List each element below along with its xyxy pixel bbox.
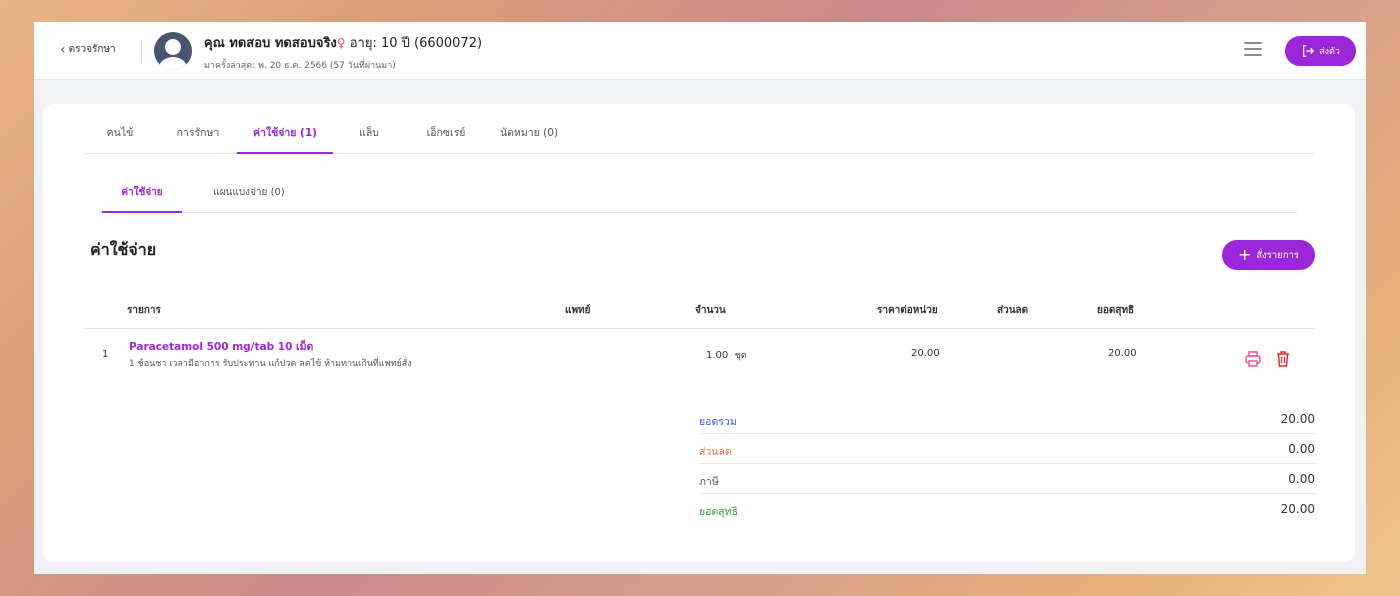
unit-price-value: 20.00 (911, 348, 940, 359)
plus-icon: + (1237, 245, 1252, 264)
net-value: 20.00 (1108, 348, 1137, 359)
col-discount: ส่วนลด (997, 305, 1029, 316)
checkout-label: ส่งตัว (1319, 47, 1340, 57)
main-tabs: คนไข้ การรักษา ค่าใช้จ่าย (1) แล็บ เอ็กซ… (84, 124, 1314, 154)
drug-instruction: 1 ช้อนชา เวลามีอาการ รับประทาน แก้ปวด ลด… (129, 359, 412, 369)
table-header: รายการ แพทย์ จำนวน ราคาต่อหน่วย ส่วนลด ย… (84, 298, 1315, 329)
patient-name: คุณ ทดสอบ ทดสอบจริง (204, 36, 337, 51)
back-label: ตรวจรักษา (68, 44, 116, 55)
net-label: ยอดสุทธิ (699, 506, 739, 518)
total-label: ยอดรวม (699, 416, 737, 428)
content-card: คนไข้ การรักษา ค่าใช้จ่าย (1) แล็บ เอ็กซ… (43, 104, 1355, 562)
section-title: ค่าใช้จ่าย (90, 240, 157, 259)
net-total-value: 20.00 (1280, 502, 1315, 516)
sub-tabs: ค่าใช้จ่าย แผนแบ่งจ่าย (0) (102, 184, 1297, 213)
table-row: 1 Paracetamol 500 mg/tab 10 เม็ด 1 ช้อนช… (84, 330, 1315, 374)
summary-panel: ยอดรวม 20.00 ส่วนลด 0.00 ภาษี 0.00 ยอดสุ… (699, 404, 1315, 524)
total-value: 20.00 (1280, 412, 1315, 426)
col-unit-price: ราคาต่อหน่วย (877, 305, 938, 316)
col-doctor: แพทย์ (565, 305, 591, 316)
add-order-button[interactable]: + สั่งรายการ (1222, 240, 1315, 270)
tab-expenses[interactable]: ค่าใช้จ่าย (1) (237, 124, 333, 154)
summary-net-row: ยอดสุทธิ 20.00 (699, 494, 1315, 524)
print-icon[interactable] (1244, 350, 1262, 368)
chevron-left-icon: ‹ (60, 41, 66, 58)
app-window: ‹ ตรวจรักษา คุณ ทดสอบ ทดสอบจริง♀ อายุ: 1… (34, 22, 1366, 574)
col-qty: จำนวน (695, 305, 726, 316)
tab-xray[interactable]: เอ็กซเรย์ (416, 124, 476, 154)
drug-name[interactable]: Paracetamol 500 mg/tab 10 เม็ด (129, 338, 313, 355)
divider (141, 40, 142, 62)
summary-discount-row: ส่วนลด 0.00 (699, 434, 1315, 464)
tax-value: 0.00 (1288, 472, 1315, 486)
summary-tax-row: ภาษี 0.00 (699, 464, 1315, 494)
logout-icon (1303, 45, 1315, 57)
tab-lab[interactable]: แล็บ (354, 124, 384, 154)
menu-icon[interactable] (1244, 42, 1262, 58)
last-visit: มาครั้งล่าสุด: พ. 20 ธ.ค. 2566 (57 วันที… (204, 61, 396, 71)
avatar (154, 32, 192, 70)
col-item: รายการ (127, 305, 161, 316)
female-icon: ♀ (336, 36, 346, 50)
top-bar: ‹ ตรวจรักษา คุณ ทดสอบ ทดสอบจริง♀ อายุ: 1… (34, 22, 1366, 80)
tax-label: ภาษี (699, 476, 719, 488)
back-button[interactable]: ‹ ตรวจรักษา (60, 42, 116, 57)
checkout-button[interactable]: ส่งตัว (1285, 36, 1356, 66)
add-order-label: สั่งรายการ (1256, 249, 1300, 261)
subtab-expenses[interactable]: ค่าใช้จ่าย (102, 184, 182, 213)
tab-treatment[interactable]: การรักษา (170, 124, 226, 154)
patient-name-line: คุณ ทดสอบ ทดสอบจริง♀ อายุ: 10 ปี (660007… (204, 32, 482, 53)
subtab-installment-plan[interactable]: แผนแบ่งจ่าย (0) (194, 184, 304, 213)
trash-icon[interactable] (1274, 350, 1292, 368)
discount-label: ส่วนลด (699, 446, 732, 458)
row-number: 1 (102, 349, 109, 360)
user-silhouette-icon (159, 39, 187, 70)
tab-appointments[interactable]: นัดหมาย (0) (494, 124, 564, 154)
qty-unit: ชุด (734, 351, 747, 361)
qty-cell: 1.00 ชุด (706, 348, 747, 362)
patient-age: อายุ: 10 ปี (6600072) (345, 36, 483, 51)
tab-patient[interactable]: คนไข้ (100, 124, 140, 154)
summary-total-row: ยอดรวม 20.00 (699, 404, 1315, 434)
qty-value: 1.00 (706, 350, 729, 361)
discount-value: 0.00 (1288, 442, 1315, 456)
col-net: ยอดสุทธิ (1097, 305, 1135, 316)
